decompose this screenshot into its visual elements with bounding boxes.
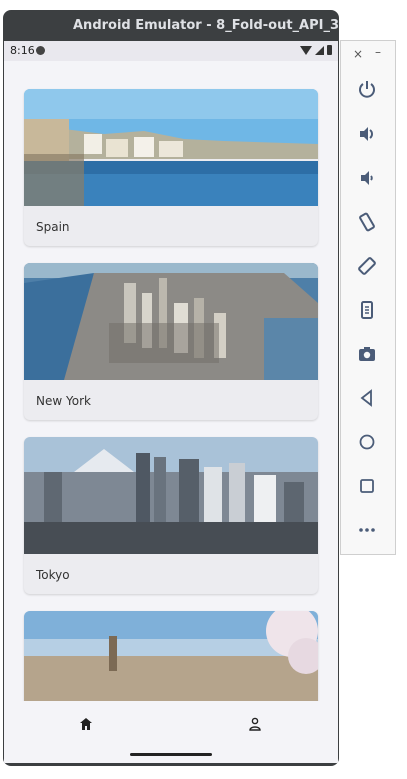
rotate-left-icon[interactable] — [354, 209, 380, 235]
screenshot-icon[interactable] — [354, 297, 380, 323]
signal-icon — [315, 45, 324, 55]
volume-down-icon[interactable] — [354, 165, 380, 191]
emulator-toolbar: × – — [340, 40, 396, 555]
camera-icon[interactable] — [354, 341, 380, 367]
city-label: New York — [36, 394, 91, 408]
status-icons — [300, 45, 332, 55]
emulator-window: Android Emulator - 8_Fold-out_API_3... 8… — [3, 10, 339, 766]
power-icon[interactable] — [354, 76, 380, 102]
city-card-spain[interactable]: Spain — [24, 89, 318, 246]
bottom-navigation — [4, 701, 338, 751]
city-label: Spain — [36, 220, 70, 234]
city-label: Tokyo — [36, 568, 70, 582]
status-time: 8:16 — [10, 44, 35, 57]
city-feed[interactable]: Spain New York Tokyo — [4, 61, 338, 701]
volume-up-icon[interactable] — [354, 121, 380, 147]
profile-icon[interactable] — [248, 716, 262, 731]
back-icon[interactable] — [354, 385, 380, 411]
city-card-tokyo[interactable]: Tokyo — [24, 437, 318, 594]
rotate-right-icon[interactable] — [354, 253, 380, 279]
minimize-icon[interactable]: – — [375, 45, 381, 59]
city-image-new-york — [24, 263, 318, 380]
battery-icon — [327, 45, 332, 55]
close-icon[interactable]: × — [353, 47, 363, 61]
city-image-4 — [24, 611, 318, 701]
city-image-spain — [24, 89, 318, 206]
toolbar-header: × – — [341, 41, 395, 69]
home-circle-icon[interactable] — [354, 429, 380, 455]
gesture-handle[interactable] — [130, 753, 212, 756]
overview-icon[interactable] — [354, 473, 380, 499]
more-icon[interactable] — [354, 517, 380, 543]
device-screen: 8:16 Spain New York Tokyo — [4, 41, 338, 763]
city-card-new-york[interactable]: New York — [24, 263, 318, 420]
status-bar: 8:16 — [4, 41, 338, 61]
city-card-4[interactable] — [24, 611, 318, 701]
city-image-tokyo — [24, 437, 318, 554]
notification-icon — [36, 46, 45, 55]
home-icon[interactable] — [79, 716, 93, 730]
window-title: Android Emulator - 8_Fold-out_API_3... — [73, 18, 339, 33]
wifi-icon — [300, 45, 312, 55]
